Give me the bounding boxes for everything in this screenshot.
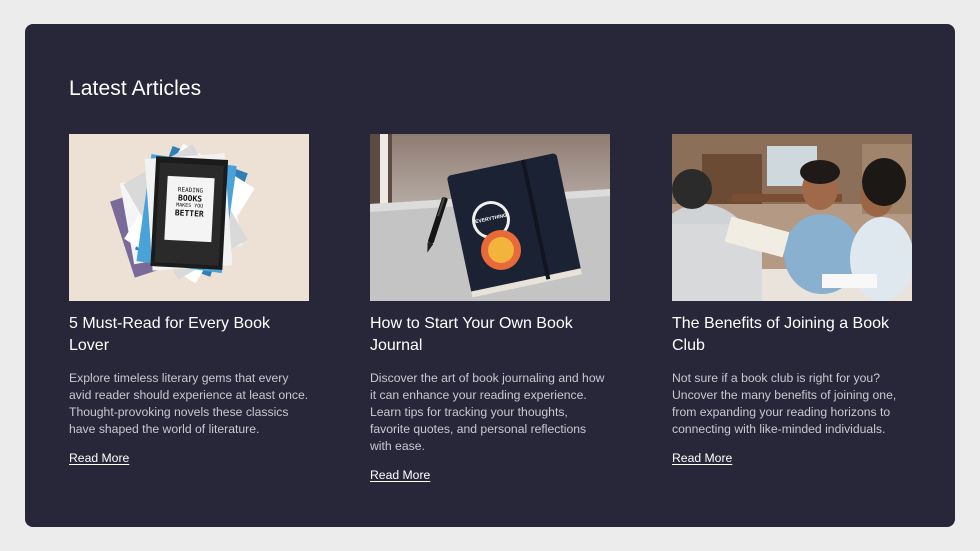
book-club-photo[interactable] — [672, 134, 912, 301]
article-excerpt: Not sure if a book club is right for you… — [672, 371, 897, 436]
article-excerpt: Explore timeless literary gems that ever… — [69, 371, 309, 436]
read-more-link[interactable]: Read More — [672, 451, 732, 465]
journal-notebook-image[interactable]: EVERYTHING — [370, 134, 610, 301]
article-card: READING BOOKS MAKES YOU BETTER 5 Must-Re… — [69, 134, 309, 467]
article-title[interactable]: 5 Must-Read for Every Book Lover — [69, 313, 309, 357]
article-title[interactable]: The Benefits of Joining a Book Club — [672, 313, 912, 357]
book-cover-line: BETTER — [174, 208, 204, 219]
article-card: EVERYTHING How to Start Your Own Book Jo… — [370, 134, 610, 484]
article-card: The Benefits of Joining a Book Club Not … — [672, 134, 912, 467]
article-title[interactable]: How to Start Your Own Book Journal — [370, 313, 610, 357]
latest-articles-section: Latest Articles READING BOOKS MAKES YOU … — [25, 24, 955, 527]
read-more-link[interactable]: Read More — [370, 468, 430, 482]
section-title: Latest Articles — [69, 77, 202, 100]
read-more-link[interactable]: Read More — [69, 451, 129, 465]
article-excerpt: Discover the art of book journaling and … — [370, 371, 605, 453]
book-stack-image[interactable]: READING BOOKS MAKES YOU BETTER — [69, 134, 309, 301]
